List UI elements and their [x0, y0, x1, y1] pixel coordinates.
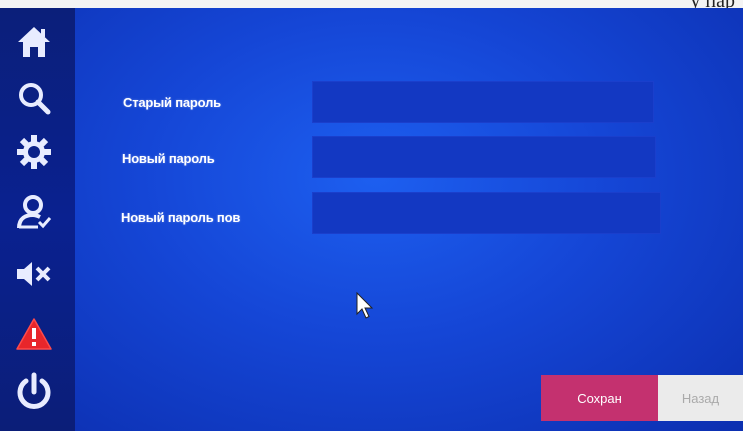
- mute-icon: [17, 262, 51, 286]
- home-icon: [18, 27, 50, 57]
- repeat-password-field[interactable]: [312, 192, 661, 234]
- new-password-label: Новый пароль: [122, 151, 215, 166]
- sidebar-item-settings[interactable]: [14, 132, 54, 172]
- user-check-icon: [17, 195, 52, 229]
- old-password-label: Старый пароль: [123, 95, 221, 110]
- top-strip: у пар: [0, 0, 743, 8]
- warning-icon: [16, 318, 52, 350]
- password-change-panel: Старый пароль Новый пароль Новый пароль …: [75, 8, 743, 431]
- gear-icon: [17, 135, 51, 169]
- new-password-field[interactable]: [312, 136, 656, 178]
- repeat-password-label: Новый пароль пов: [121, 210, 241, 225]
- mouse-cursor-icon: [356, 291, 374, 319]
- sidebar-item-sound[interactable]: [14, 254, 54, 294]
- power-icon: [17, 372, 51, 409]
- back-button[interactable]: Назад: [658, 375, 743, 421]
- sidebar-item-power[interactable]: [14, 372, 54, 412]
- top-strip-text: у пар: [690, 0, 735, 8]
- sidebar-item-user[interactable]: [14, 192, 54, 232]
- sidebar-item-search[interactable]: [14, 78, 54, 118]
- sidebar-item-alarm[interactable]: [14, 314, 54, 354]
- search-icon: [19, 83, 51, 115]
- save-button[interactable]: Сохран: [541, 375, 658, 421]
- old-password-field[interactable]: [312, 81, 654, 123]
- sidebar-item-home[interactable]: [14, 22, 54, 62]
- sidebar: [0, 8, 75, 431]
